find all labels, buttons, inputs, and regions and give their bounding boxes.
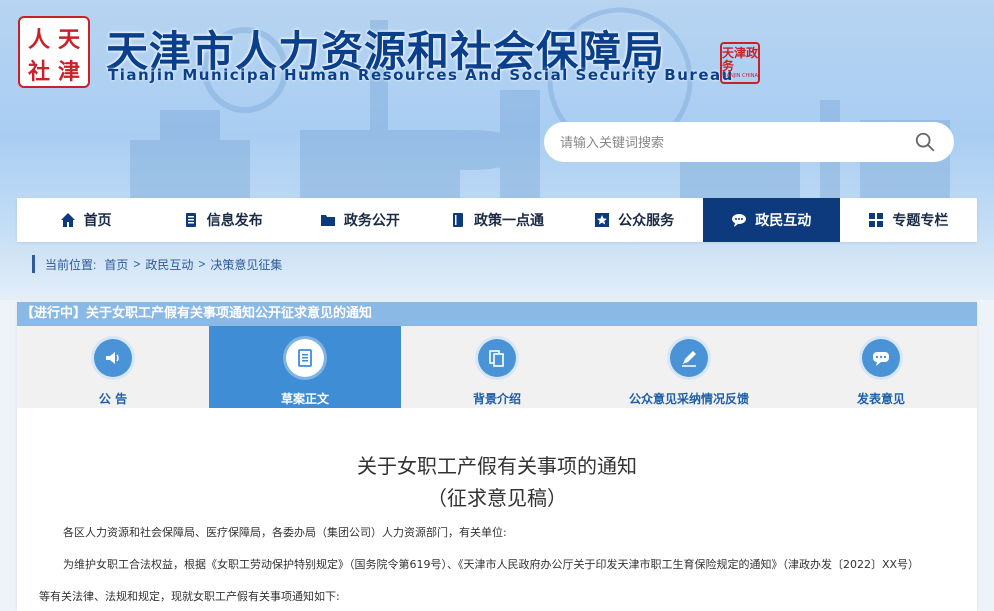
nav-label: 政民互动 xyxy=(755,213,812,229)
nav-label: 首页 xyxy=(83,213,112,229)
emblem-text: 天津政务 xyxy=(722,46,759,73)
document-paragraph: 等有关法律、法规和规定，现就女职工产假有关事项通知如下: xyxy=(39,590,340,603)
tab-icon-circle xyxy=(94,339,132,377)
emblem-subtext: TIANJIN CHINA xyxy=(722,73,758,79)
nav-label: 专题专栏 xyxy=(892,213,949,229)
breadcrumb-separator: > xyxy=(198,257,206,271)
breadcrumb-link-home[interactable]: 首页 xyxy=(104,256,128,273)
nav-item-home[interactable]: 首页 xyxy=(17,198,154,242)
search-icon[interactable] xyxy=(914,131,936,153)
breadcrumb-prefix: 当前位置: xyxy=(45,257,97,272)
tab-draft-text[interactable]: 草案正文 xyxy=(209,326,401,408)
document-icon xyxy=(185,213,196,227)
nav-label: 公众服务 xyxy=(618,213,675,229)
site-subtitle: Tianjin Municipal Human Resources And So… xyxy=(108,66,734,84)
nav-label: 信息发布 xyxy=(206,213,263,229)
document-paragraph: 为维护女职工合法权益，根据《女职工劳动保护特别规定》（国务院令第619号）、《天… xyxy=(63,558,920,571)
tab-icon-circle xyxy=(862,339,900,377)
main-nav: 首页 信息发布 政务公开 政策一点通 公众服务 政民互动 专题专栏 xyxy=(17,198,977,242)
tab-label: 发表意见 xyxy=(856,392,905,406)
document-icon xyxy=(298,349,312,367)
nav-item-interaction[interactable]: 政民互动 xyxy=(702,198,840,242)
breadcrumb-separator: > xyxy=(133,257,141,271)
star-icon xyxy=(595,213,610,227)
tab-icon-circle xyxy=(286,339,324,377)
tab-label: 公众意见采纳情况反馈 xyxy=(628,392,749,406)
nav-item-topics[interactable]: 专题专栏 xyxy=(840,198,977,242)
logo-char: 津 xyxy=(57,59,80,85)
document-subtitle: （征求意见稿） xyxy=(427,486,567,510)
nav-item-policy[interactable]: 政策一点通 xyxy=(428,198,565,242)
bureau-logo[interactable]: 人 天 社 津 xyxy=(18,16,90,88)
grid-icon xyxy=(869,213,884,227)
tab-label: 公 告 xyxy=(98,392,128,406)
tab-label: 背景介绍 xyxy=(472,392,521,406)
tab-background[interactable]: 背景介绍 xyxy=(401,326,593,408)
consultation-panel: 【进行中】关于女职工产假有关事项通知公开征求意见的通知 公 告 草案正文 背景介… xyxy=(17,302,977,611)
document-title: 关于女职工产假有关事项的通知 xyxy=(357,454,637,478)
speaker-icon xyxy=(106,352,119,364)
nav-item-public[interactable]: 政务公开 xyxy=(291,198,428,242)
comment-icon xyxy=(873,352,889,366)
folder-icon xyxy=(320,215,335,226)
nav-label: 政务公开 xyxy=(343,213,400,229)
tab-icon-circle xyxy=(478,339,516,377)
tab-announcement[interactable]: 公 告 xyxy=(17,326,209,408)
tianjin-emblem: 天津政务 TIANJIN CHINA xyxy=(720,42,760,84)
tab-feedback[interactable]: 公众意见采纳情况反馈 xyxy=(593,326,785,408)
files-icon xyxy=(489,350,504,367)
panel-heading: 【进行中】关于女职工产假有关事项通知公开征求意见的通知 xyxy=(17,302,977,326)
tab-comment[interactable]: 发表意见 xyxy=(785,326,977,408)
tab-label: 草案正文 xyxy=(280,392,329,406)
logo-char: 社 xyxy=(27,59,50,85)
breadcrumb-link-interaction[interactable]: 政民互动 xyxy=(145,256,193,273)
panel-tabs: 公 告 草案正文 背景介绍 公众意见采纳情况反馈 发表意见 xyxy=(17,326,977,408)
tab-icon-circle xyxy=(670,339,708,377)
chat-icon xyxy=(732,214,747,227)
pen-icon xyxy=(682,351,696,367)
book-icon xyxy=(452,213,463,227)
breadcrumb: 当前位置: 首页 > 政民互动 > 决策意见征集 xyxy=(32,255,282,273)
breadcrumb-link-consultation[interactable]: 决策意见征集 xyxy=(210,256,282,273)
document-paragraph: 各区人力资源和社会保障局、医疗保障局，各委办局（集团公司）人力资源部门，有关单位… xyxy=(63,526,507,539)
logo-char: 人 xyxy=(27,27,50,53)
nav-label: 政策一点通 xyxy=(473,213,544,229)
nav-item-info[interactable]: 信息发布 xyxy=(154,198,291,242)
nav-item-services[interactable]: 公众服务 xyxy=(566,198,703,242)
logo-char: 天 xyxy=(57,27,80,53)
home-icon xyxy=(60,213,75,227)
search-input[interactable] xyxy=(544,122,954,162)
